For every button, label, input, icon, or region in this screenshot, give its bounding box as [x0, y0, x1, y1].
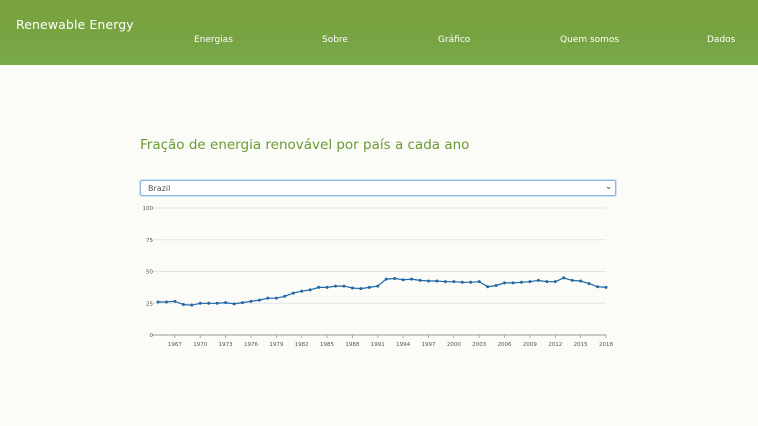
- data-point: [198, 301, 202, 305]
- data-point: [587, 282, 591, 286]
- data-point: [164, 300, 168, 304]
- data-point: [435, 279, 439, 283]
- data-point: [553, 280, 557, 284]
- data-point: [418, 278, 422, 282]
- x-tick-label: 1982: [295, 342, 309, 348]
- x-tick-label: 1997: [421, 342, 435, 348]
- y-tick-label: 100: [143, 206, 154, 212]
- data-point: [604, 285, 608, 289]
- y-tick-label: 25: [146, 301, 153, 307]
- data-point: [241, 301, 245, 305]
- data-point: [207, 301, 211, 305]
- x-tick-label: 2015: [574, 342, 588, 348]
- data-point: [215, 301, 219, 305]
- series-line: [158, 277, 607, 306]
- x-tick-label: 1970: [193, 342, 207, 348]
- data-point: [469, 280, 473, 284]
- data-point: [224, 301, 228, 305]
- data-point: [503, 281, 507, 285]
- x-tick-label: 1973: [219, 342, 233, 348]
- data-point: [570, 278, 574, 282]
- data-point: [528, 280, 532, 284]
- data-point: [596, 285, 600, 289]
- y-tick-label: 0: [150, 333, 154, 339]
- data-point: [266, 296, 270, 300]
- data-point: [317, 285, 321, 289]
- x-tick-label: 2003: [472, 342, 486, 348]
- data-point: [181, 303, 185, 307]
- data-point: [325, 285, 329, 289]
- x-tick-label: 1988: [345, 342, 359, 348]
- data-point: [291, 291, 295, 295]
- y-tick-label: 50: [146, 270, 153, 276]
- data-point: [376, 284, 380, 288]
- data-point: [477, 280, 481, 284]
- data-point: [426, 279, 430, 283]
- data-point: [511, 281, 515, 285]
- x-tick-label: 2012: [548, 342, 562, 348]
- data-point: [393, 276, 397, 280]
- renewable-fraction-chart: 0 25 50 75 100 1967 1970 1973 1976 1979 1982 1985 19…: [143, 206, 614, 348]
- data-point: [460, 280, 464, 284]
- data-point: [519, 280, 523, 284]
- data-point: [257, 298, 261, 302]
- data-point: [579, 279, 583, 283]
- data-point: [545, 280, 549, 284]
- data-point: [300, 289, 304, 293]
- data-point: [334, 284, 338, 288]
- data-point: [452, 280, 456, 284]
- data-point: [232, 302, 236, 306]
- x-tick-label: 1967: [168, 342, 182, 348]
- x-tick-label: 1991: [371, 342, 385, 348]
- x-tick-label: 2009: [523, 342, 537, 348]
- data-point: [350, 286, 354, 290]
- x-tick-label: 1979: [269, 342, 283, 348]
- x-tick-label: 1985: [320, 342, 334, 348]
- data-point: [342, 284, 346, 288]
- y-tick-label: 75: [146, 238, 153, 244]
- data-point: [536, 278, 540, 282]
- data-point: [249, 299, 253, 303]
- data-point: [367, 285, 371, 289]
- data-point: [173, 299, 177, 303]
- data-point: [494, 283, 498, 287]
- data-point: [562, 276, 566, 280]
- x-tick-label: 2018: [599, 342, 613, 348]
- data-point: [401, 278, 405, 282]
- data-point: [443, 280, 447, 284]
- x-tick-label: 1976: [244, 342, 258, 348]
- data-point: [410, 277, 414, 281]
- data-point: [308, 288, 312, 292]
- x-tick-label: 2006: [498, 342, 512, 348]
- x-tick-label: 2000: [447, 342, 461, 348]
- data-point: [359, 287, 363, 291]
- x-tick-label: 1994: [396, 342, 410, 348]
- data-point: [384, 277, 388, 281]
- data-point: [274, 296, 278, 300]
- data-point: [156, 300, 160, 304]
- data-point: [486, 285, 490, 289]
- data-point: [283, 294, 287, 298]
- data-point: [190, 303, 194, 307]
